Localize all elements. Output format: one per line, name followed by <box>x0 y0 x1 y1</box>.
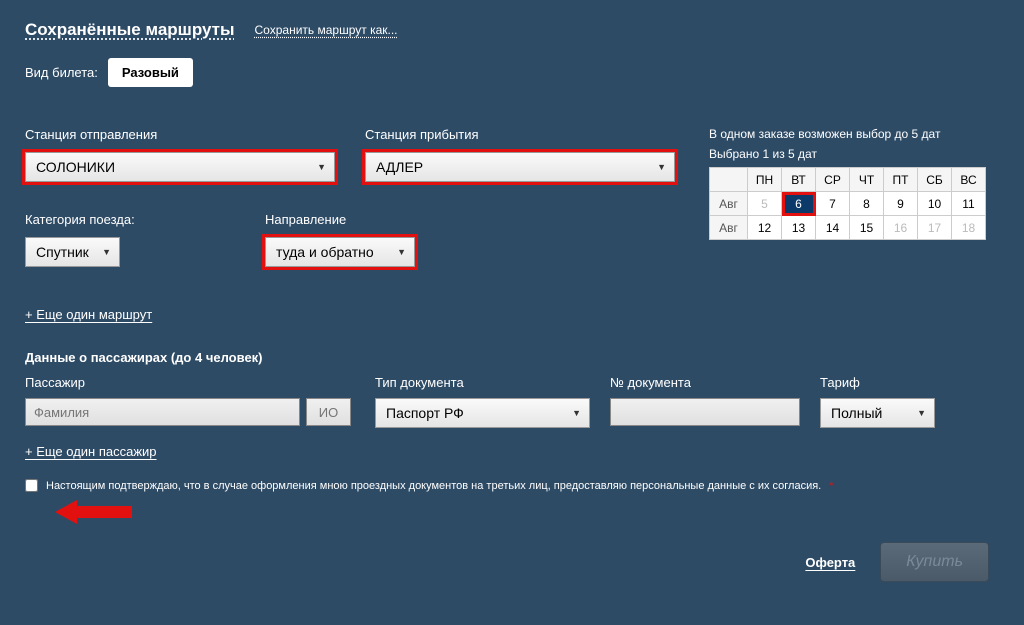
pax-col-name: Пассажир <box>25 375 355 390</box>
cal-day-sun: ВС <box>952 168 986 192</box>
cal-date[interactable]: 9 <box>884 192 918 216</box>
calendar-info-max: В одном заказе возможен выбор до 5 дат <box>709 127 999 141</box>
cal-date[interactable]: 8 <box>850 192 884 216</box>
cal-date[interactable]: 7 <box>816 192 850 216</box>
passengers-title: Данные о пассажирах (до 4 человек) <box>25 350 999 365</box>
cal-month-2: Авг <box>710 216 748 240</box>
saved-routes-link[interactable]: Сохранённые маршруты <box>25 20 235 40</box>
cal-date[interactable]: 17 <box>918 216 952 240</box>
offer-link[interactable]: Оферта <box>805 555 855 570</box>
from-station-value: СОЛОНИКИ <box>36 159 115 175</box>
direction-select[interactable]: туда и обратно <box>265 237 415 267</box>
consent-checkbox[interactable] <box>25 479 38 492</box>
required-star: * <box>829 480 833 492</box>
cal-day-tue: ВТ <box>782 168 816 192</box>
cal-date[interactable]: 12 <box>748 216 782 240</box>
add-route-link[interactable]: + Еще один маршрут <box>25 307 152 322</box>
consent-text: Настоящим подтверждаю, что в случае офор… <box>46 480 821 492</box>
tarif-select[interactable]: Полный <box>820 398 935 428</box>
cal-date[interactable]: 5 <box>748 192 782 216</box>
tarif-value: Полный <box>831 405 882 421</box>
cal-day-sat: СБ <box>918 168 952 192</box>
pax-col-doc: Тип документа <box>375 375 590 390</box>
cal-date[interactable]: 13 <box>782 216 816 240</box>
cal-date[interactable]: 11 <box>952 192 986 216</box>
add-passenger-link[interactable]: + Еще один пассажир <box>25 444 157 459</box>
pax-col-tarif: Тариф <box>820 375 935 390</box>
to-station-value: АДЛЕР <box>376 159 423 175</box>
from-station-select[interactable]: СОЛОНИКИ <box>25 152 335 182</box>
ticket-type-button[interactable]: Разовый <box>108 58 193 87</box>
direction-label: Направление <box>265 212 450 227</box>
cal-date[interactable]: 14 <box>816 216 850 240</box>
train-category-value: Спутник <box>36 244 89 260</box>
save-route-as-link[interactable]: Сохранить маршрут как... <box>255 23 398 37</box>
cal-month-1: Авг <box>710 192 748 216</box>
surname-input[interactable] <box>25 398 300 426</box>
to-station-select[interactable]: АДЛЕР <box>365 152 675 182</box>
from-station-label: Станция отправления <box>25 127 335 142</box>
buy-button[interactable]: Купить <box>880 542 989 582</box>
train-category-select[interactable]: Спутник <box>25 237 120 267</box>
ticket-type-label: Вид билета: <box>25 65 98 80</box>
to-station-label: Станция прибытия <box>365 127 675 142</box>
cal-date[interactable]: 18 <box>952 216 986 240</box>
initials-input[interactable] <box>306 398 351 426</box>
cal-date[interactable]: 10 <box>918 192 952 216</box>
cal-day-mon: ПН <box>748 168 782 192</box>
cal-day-fri: ПТ <box>884 168 918 192</box>
pax-col-num: № документа <box>610 375 800 390</box>
date-calendar: ПН ВТ СР ЧТ ПТ СБ ВС Авг 5 6 7 8 9 10 11… <box>709 167 986 240</box>
cal-date[interactable]: 15 <box>850 216 884 240</box>
cal-day-thu: ЧТ <box>850 168 884 192</box>
train-category-label: Категория поезда: <box>25 212 155 227</box>
doc-number-input[interactable] <box>610 398 800 426</box>
direction-value: туда и обратно <box>276 244 374 260</box>
cal-date-selected[interactable]: 6 <box>782 192 816 216</box>
cal-date[interactable]: 16 <box>884 216 918 240</box>
calendar-info-selected: Выбрано 1 из 5 дат <box>709 147 999 161</box>
doc-type-select[interactable]: Паспорт РФ <box>375 398 590 428</box>
cal-day-wed: СР <box>816 168 850 192</box>
annotation-arrow <box>55 500 999 524</box>
doc-type-value: Паспорт РФ <box>386 405 464 421</box>
